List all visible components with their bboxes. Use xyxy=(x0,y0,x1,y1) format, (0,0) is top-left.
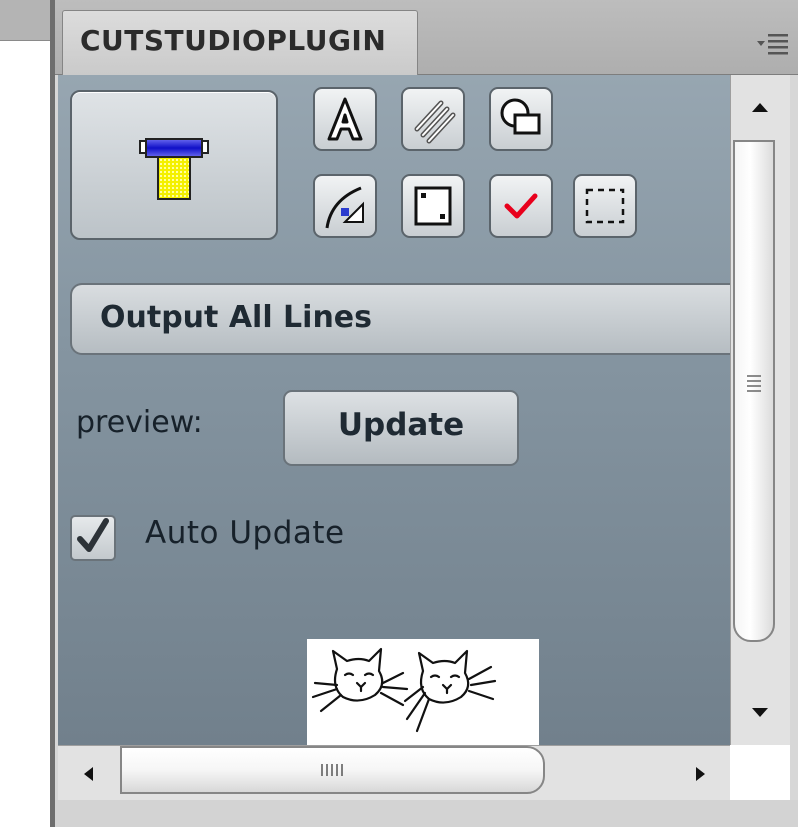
panel-menu-icon[interactable] xyxy=(755,30,791,58)
checkbox-check-icon xyxy=(77,518,109,552)
preview-thumbnail xyxy=(307,639,539,745)
scroll-left-arrow-icon[interactable] xyxy=(62,748,117,798)
scroll-down-arrow-icon[interactable] xyxy=(730,690,790,745)
checkmark-button[interactable] xyxy=(489,174,553,238)
panel-footer xyxy=(55,800,798,827)
cutter-icon xyxy=(136,135,212,207)
update-button-label: Update xyxy=(337,407,465,443)
left-panel-strip xyxy=(0,0,50,827)
scroll-right-arrow-icon[interactable] xyxy=(672,748,727,798)
text-outline-icon xyxy=(327,97,363,141)
panel-tab-label: CUTSTUDIOPLUGIN xyxy=(80,24,387,57)
shape-merge-icon xyxy=(500,98,541,135)
shape-merge-button[interactable] xyxy=(489,87,553,151)
curve-edit-icon xyxy=(325,186,364,229)
horizontal-grip-icon xyxy=(120,760,545,784)
output-all-lines-label: Output All Lines xyxy=(100,300,373,335)
scroll-up-arrow-icon[interactable] xyxy=(730,80,790,135)
text-outline-button[interactable] xyxy=(313,87,377,151)
dashed-selection-button[interactable] xyxy=(573,174,637,238)
cat-faces-preview xyxy=(311,647,497,733)
preview-label: preview: xyxy=(76,405,203,440)
left-panel-header xyxy=(0,0,50,41)
scrollbar-corner xyxy=(730,745,790,800)
vertical-grip-icon xyxy=(733,372,775,396)
hatch-icon xyxy=(414,100,456,144)
curve-edit-button[interactable] xyxy=(313,174,377,238)
hatch-button[interactable] xyxy=(401,87,465,151)
checkmark-icon xyxy=(504,193,538,219)
dashed-selection-icon xyxy=(585,188,625,224)
registration-marks-icon xyxy=(414,186,452,226)
auto-update-label: Auto Update xyxy=(145,515,345,551)
auto-update-checkbox[interactable] xyxy=(70,515,116,561)
registration-marks-button[interactable] xyxy=(401,174,465,238)
